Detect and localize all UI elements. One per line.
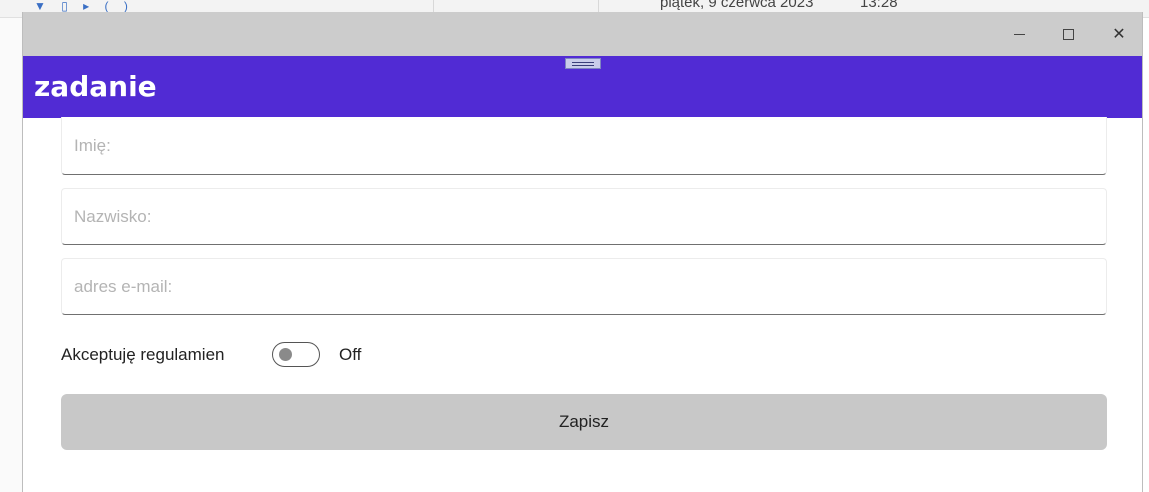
minimize-icon	[1013, 33, 1025, 35]
toggle-knob	[279, 348, 292, 361]
maximize-button[interactable]	[1048, 20, 1088, 48]
window-titlebar[interactable]: ✕	[23, 12, 1142, 56]
consent-toggle[interactable]	[272, 342, 320, 367]
email-field[interactable]	[61, 258, 1107, 315]
background-toolbar-icons: ▼ ▯ ▸ ( )	[34, 0, 134, 13]
close-button[interactable]: ✕	[1099, 20, 1139, 48]
taskbar-time: 13:28	[860, 0, 898, 11]
page-title: zadanie	[34, 70, 157, 103]
app-window: ✕ zadanie Akceptuję regulamien Off Zapis…	[22, 12, 1143, 492]
toggle-state-label: Off	[339, 345, 362, 364]
email-input[interactable]	[62, 259, 1106, 314]
close-icon: ✕	[1112, 26, 1126, 43]
last-name-field[interactable]	[61, 188, 1107, 245]
last-name-input[interactable]	[62, 189, 1106, 244]
save-button[interactable]: Zapisz	[61, 394, 1107, 450]
drag-handle-icon[interactable]	[565, 58, 601, 69]
app-header: zadanie	[23, 56, 1142, 118]
first-name-field[interactable]	[61, 117, 1107, 175]
taskbar-date: piątek, 9 czerwca 2023	[660, 0, 814, 11]
maximize-icon	[1062, 28, 1074, 40]
minimize-button[interactable]	[999, 20, 1039, 48]
background-code-editor	[0, 18, 22, 492]
consent-label: Akceptuję regulamien	[61, 345, 225, 364]
first-name-input[interactable]	[62, 117, 1106, 174]
